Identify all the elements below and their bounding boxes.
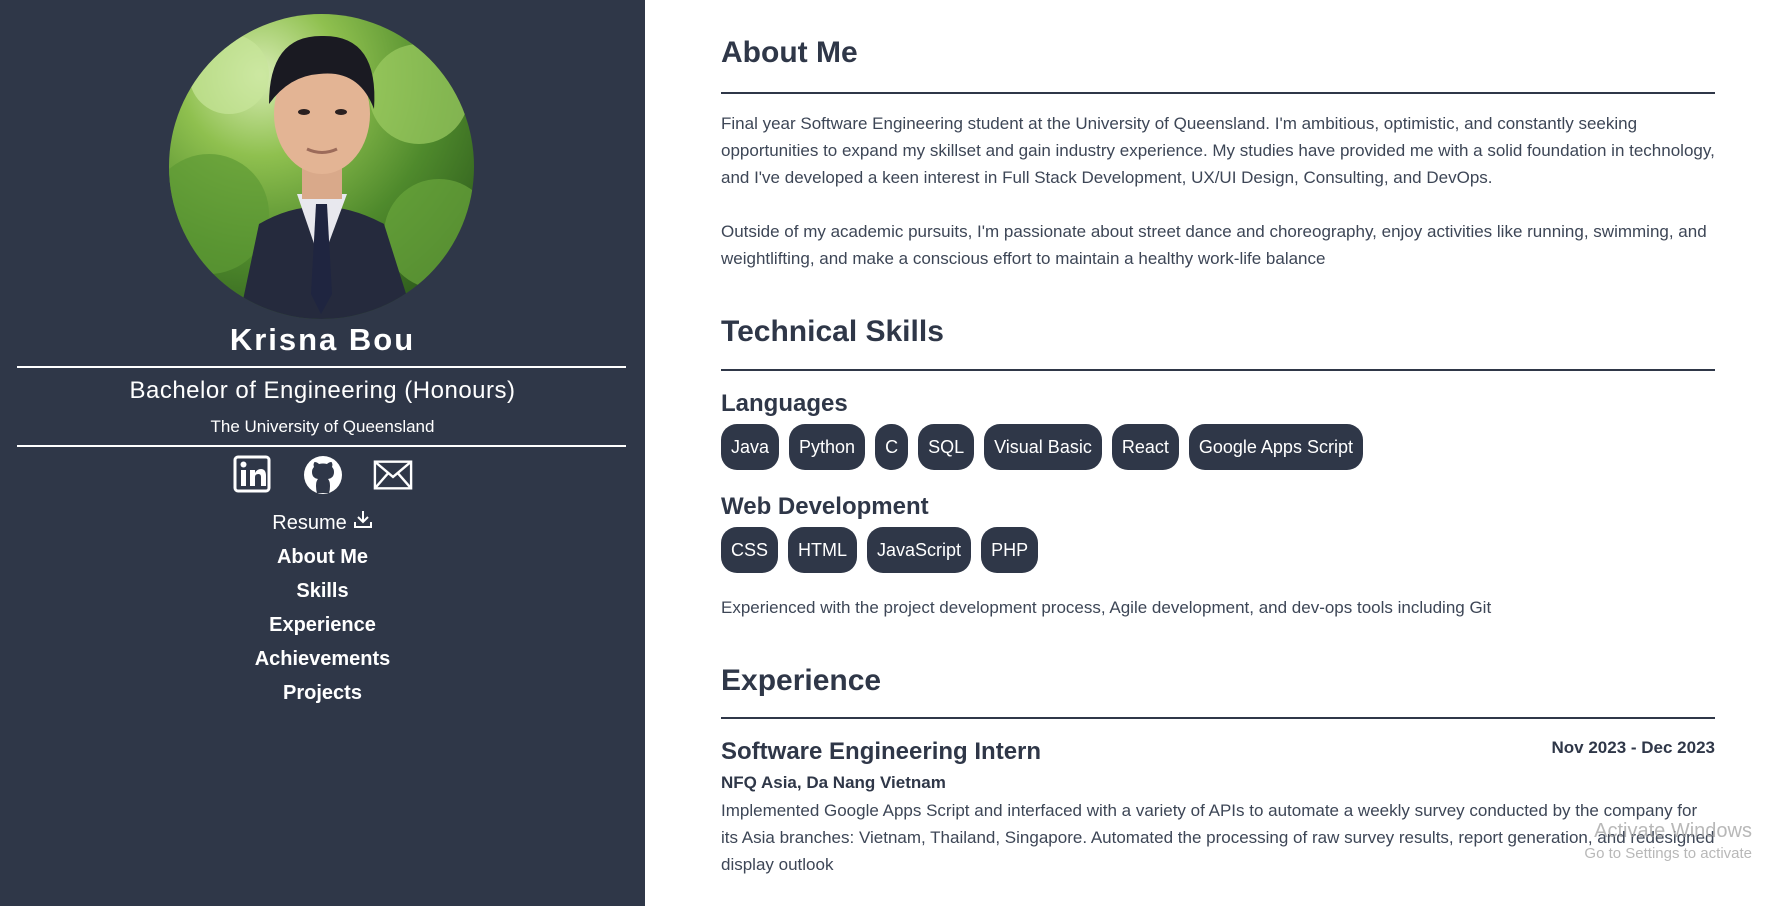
job-company: NFQ Asia, Da Nang Vietnam [721, 773, 946, 792]
nav-skills[interactable]: Skills [0, 574, 645, 608]
skill-pill: C [875, 424, 909, 470]
resume-label: Resume [272, 512, 347, 534]
download-icon [353, 506, 373, 540]
languages-list: Java Python C SQL Visual Basic React Goo… [721, 424, 1363, 470]
nav-experience[interactable]: Experience [0, 608, 645, 642]
skill-pill: HTML [788, 527, 858, 573]
nav-about-me[interactable]: About Me [0, 540, 645, 574]
section-divider [721, 369, 1715, 371]
skill-pill: Google Apps Script [1188, 424, 1363, 470]
web-development-title: Web Development [721, 493, 929, 520]
skill-pill: Java [721, 424, 780, 470]
university: The University of Queensland [210, 417, 435, 436]
about-paragraph-1: Final year Software Engineering student … [721, 114, 1715, 187]
divider [17, 445, 626, 447]
job-title: Software Engineering Intern [721, 738, 1042, 765]
degree: Bachelor of Engineering (Honours) [129, 377, 516, 404]
section-divider [721, 717, 1715, 719]
mail-icon[interactable] [373, 455, 413, 495]
github-icon[interactable] [303, 455, 343, 495]
languages-title: Languages [721, 390, 848, 417]
skills-title: Technical Skills [721, 315, 944, 348]
job-date: Nov 2023 - Dec 2023 [1551, 738, 1716, 757]
divider [17, 366, 626, 368]
social-links [0, 455, 645, 495]
watermark-line-2: Go to Settings to activate [1584, 845, 1752, 862]
resume-download-link[interactable]: Resume [0, 506, 645, 540]
watermark-line-1: Activate Windows [1594, 820, 1752, 842]
skills-note: Experienced with the project development… [721, 598, 1492, 617]
skill-pill: CSS [721, 527, 779, 573]
web-development-list: CSS HTML JavaScript PHP [721, 527, 1039, 573]
job-description: Implemented Google Apps Script and inter… [721, 801, 1715, 874]
about-title: About Me [721, 36, 858, 69]
profile-photo [169, 14, 474, 319]
skill-pill: SQL [918, 424, 975, 470]
linkedin-icon[interactable] [233, 455, 273, 495]
skill-pill: Python [789, 424, 866, 470]
profile-photo-illustration [169, 34, 474, 319]
skill-pill: JavaScript [867, 527, 972, 573]
sidebar: Krisna Bou Bachelor of Engineering (Hono… [0, 0, 645, 906]
sidebar-nav: Resume About Me Skills Experience Achiev… [0, 506, 645, 710]
section-divider [721, 92, 1715, 94]
nav-achievements[interactable]: Achievements [0, 642, 645, 676]
skill-pill: PHP [981, 527, 1039, 573]
skill-pill: Visual Basic [984, 424, 1102, 470]
profile-name: Krisna Bou [229, 322, 416, 357]
nav-projects[interactable]: Projects [0, 676, 645, 710]
windows-activation-watermark: Activate Windows Go to Settings to activ… [1584, 820, 1752, 862]
skill-pill: React [1111, 424, 1179, 470]
about-paragraph-2: Outside of my academic pursuits, I'm pas… [721, 222, 1707, 268]
experience-title: Experience [721, 664, 882, 697]
